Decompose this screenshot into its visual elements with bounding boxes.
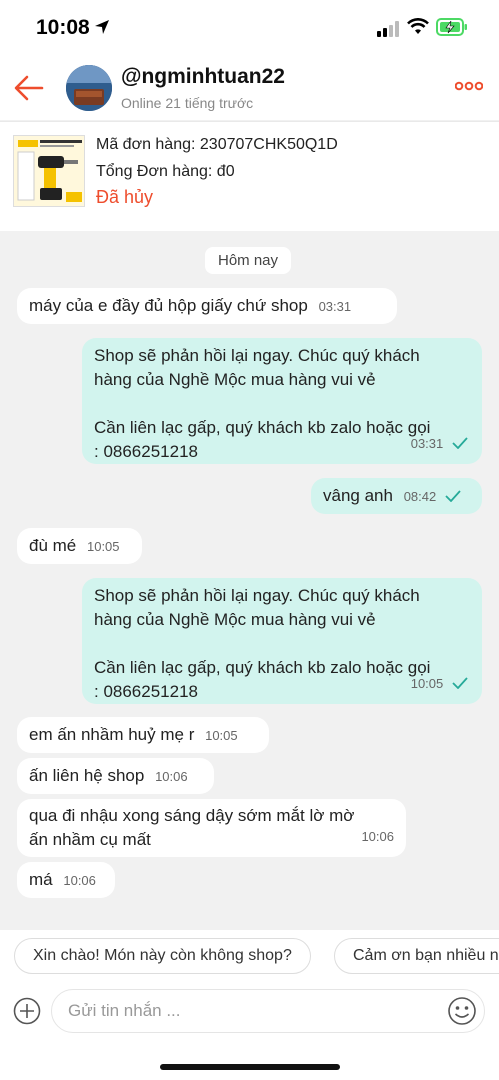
drill-product-image xyxy=(14,136,84,206)
read-check-icon xyxy=(445,490,461,502)
message-incoming[interactable]: em ấn nhầm huỷ mẹ r 10:05 xyxy=(17,717,269,753)
chat-username[interactable]: @ngminhtuan22 xyxy=(121,65,285,89)
message-input[interactable]: Gửi tin nhắn ... xyxy=(51,989,485,1033)
location-arrow-icon xyxy=(95,20,109,34)
avatar[interactable] xyxy=(66,65,112,111)
date-separator: Hôm nay xyxy=(205,247,291,274)
order-total: Tổng Đơn hàng: đ0 xyxy=(96,163,235,180)
message-text: vâng anh xyxy=(323,486,393,505)
message-outgoing[interactable]: Shop sẽ phản hồi lại ngay. Chúc quý khác… xyxy=(82,578,482,704)
quick-reply-chip[interactable]: Cảm ơn bạn nhiều n xyxy=(334,938,499,974)
status-bar: 10:08 xyxy=(0,0,499,56)
wifi-icon xyxy=(407,18,429,34)
home-indicator xyxy=(160,1064,340,1070)
quick-reply-bar: Xin chào! Món này còn không shop? Cảm ơn… xyxy=(0,930,499,982)
status-time: 10:08 xyxy=(36,16,90,39)
order-id: Mã đơn hàng: 230707CHK50Q1D xyxy=(96,136,338,153)
message-incoming[interactable]: máy của e đầy đủ hộp giấy chứ shop 03:31 xyxy=(17,288,397,324)
read-check-icon xyxy=(452,677,468,689)
emoji-icon[interactable] xyxy=(447,996,477,1026)
message-text: đù mé xyxy=(29,536,77,555)
product-thumbnail[interactable] xyxy=(13,135,85,207)
more-options-icon[interactable] xyxy=(455,81,483,91)
message-time: 03:31 xyxy=(318,299,352,314)
message-time: 10:05 xyxy=(205,728,238,743)
message-time: 08:42 xyxy=(403,489,437,504)
message-time: 10:05 xyxy=(86,539,120,554)
message-incoming[interactable]: ấn liên hệ shop 10:06 xyxy=(17,758,214,794)
battery-charging-icon xyxy=(436,18,467,36)
message-time: 10:05 xyxy=(410,676,444,691)
message-incoming[interactable]: má 10:06 xyxy=(17,862,115,898)
quick-reply-chip[interactable]: Xin chào! Món này còn không shop? xyxy=(14,938,311,974)
message-time: 10:06 xyxy=(361,829,394,844)
message-outgoing[interactable]: vâng anh 08:42 xyxy=(311,478,482,514)
message-time: 10:06 xyxy=(155,769,188,784)
message-incoming[interactable]: qua đi nhậu xong sáng dậy sớm mắt lờ mờ … xyxy=(17,799,406,857)
message-text: em ấn nhầm huỷ mẹ r xyxy=(29,725,195,744)
avatar-image xyxy=(66,65,112,111)
back-arrow-icon[interactable] xyxy=(14,74,44,102)
message-time: 03:31 xyxy=(410,436,444,451)
message-text: ấn liên hệ shop xyxy=(29,766,145,785)
add-attachment-icon[interactable] xyxy=(13,997,41,1025)
message-time: 10:06 xyxy=(63,873,96,888)
message-incoming[interactable]: đù mé 10:05 xyxy=(17,528,142,564)
chat-header: @ngminhtuan22 Online 21 tiếng trước xyxy=(0,56,499,120)
order-card[interactable]: Mã đơn hàng: 230707CHK50Q1D Tổng Đơn hàn… xyxy=(0,121,499,231)
message-outgoing[interactable]: Shop sẽ phản hồi lại ngay. Chúc quý khác… xyxy=(82,338,482,464)
message-text: má xyxy=(29,870,53,889)
order-status: Đã hủy xyxy=(96,187,154,207)
message-text: máy của e đầy đủ hộp giấy chứ shop xyxy=(29,296,308,315)
message-text: qua đi nhậu xong sáng dậy sớm mắt lờ mờ … xyxy=(29,806,355,849)
read-check-icon xyxy=(452,437,468,449)
cellular-signal-icon xyxy=(377,21,399,37)
online-status: Online 21 tiếng trước xyxy=(121,95,254,111)
